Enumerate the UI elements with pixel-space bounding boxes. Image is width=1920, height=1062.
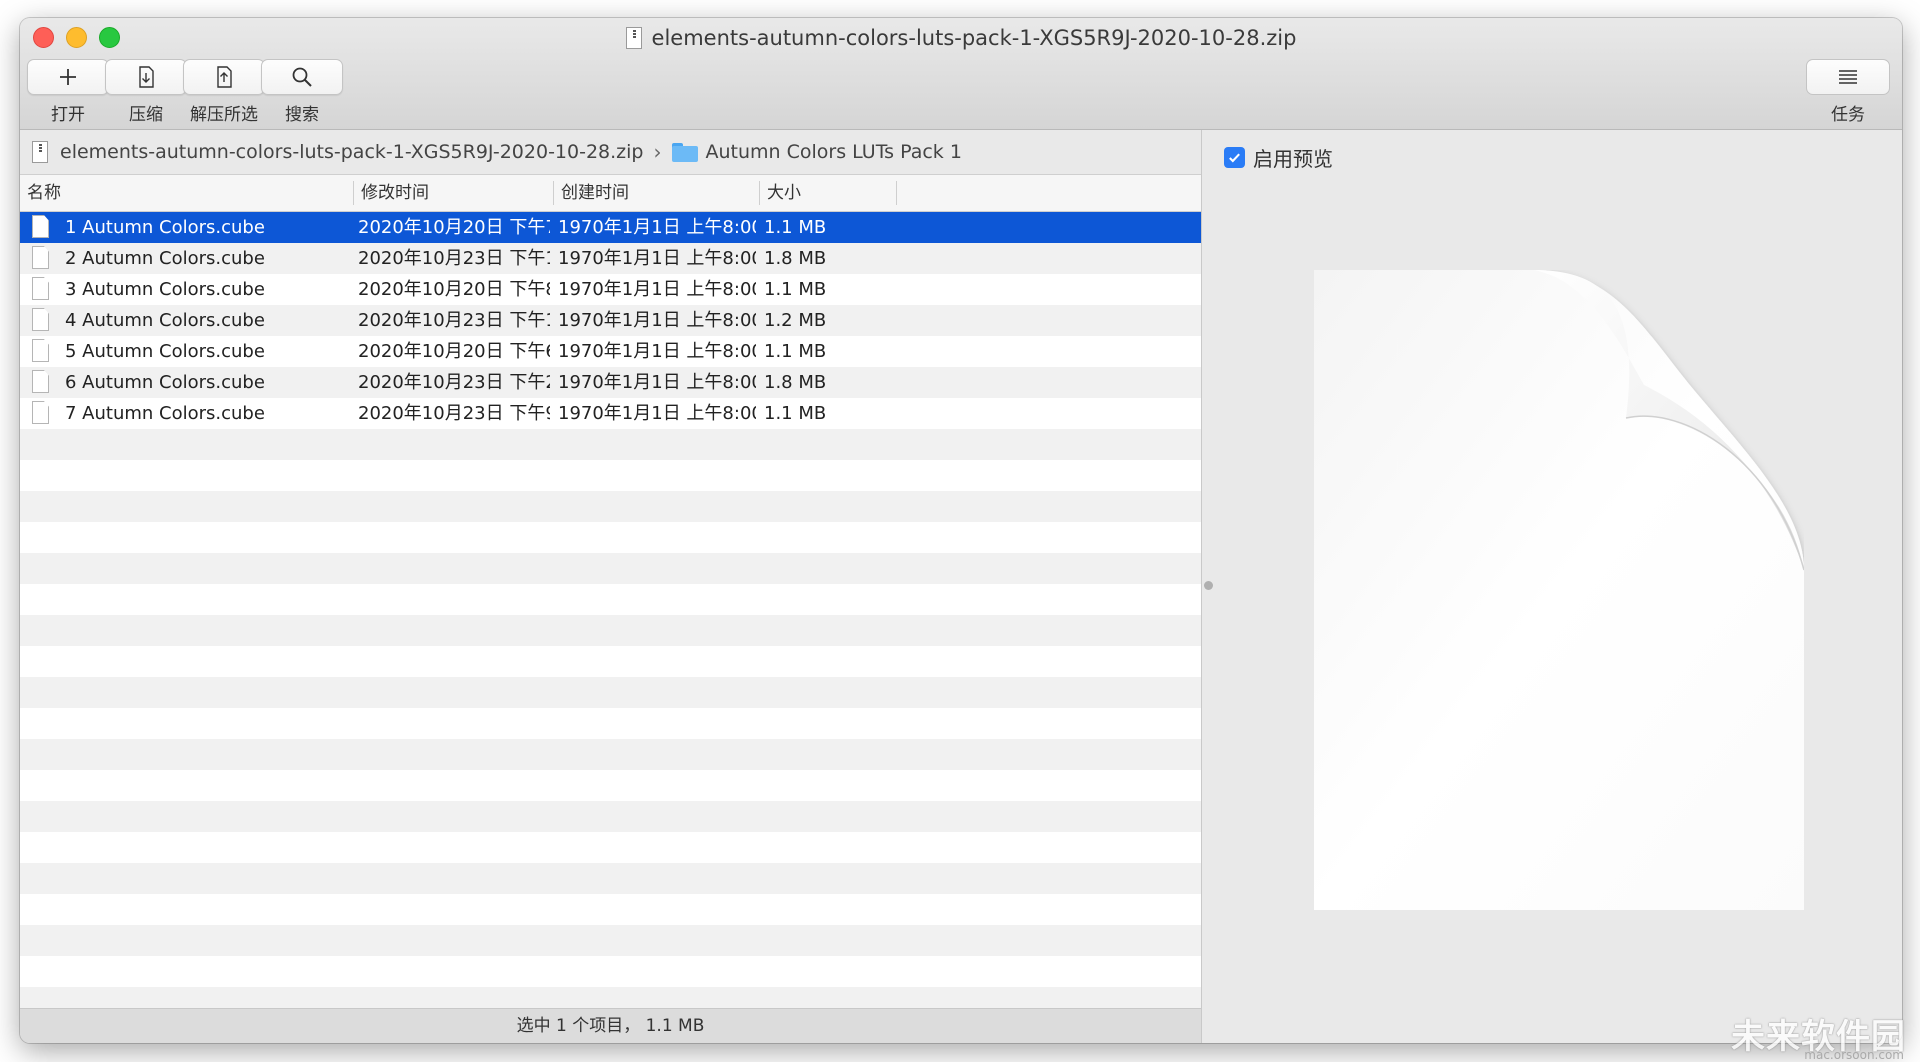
file-size: 1.2 MB <box>764 310 827 331</box>
compress-tool[interactable]: 压缩 <box>104 59 188 125</box>
breadcrumb-separator: › <box>653 140 662 164</box>
checkmark-icon[interactable] <box>1224 147 1245 168</box>
document-icon <box>32 215 49 238</box>
file-modified: 2020年10月23日 下午1... <box>358 310 550 331</box>
table-row[interactable]: 5 Autumn Colors.cube 2020年10月20日 下午6... … <box>20 336 1201 367</box>
enable-preview-label: 启用预览 <box>1253 147 1333 171</box>
status-bar: 选中 1 个项目， 1.1 MB <box>20 1008 1201 1043</box>
extract-button[interactable] <box>183 59 265 95</box>
preview-panel: 启用预览 <box>1202 130 1902 1043</box>
zip-file-icon <box>32 141 48 163</box>
file-size: 1.8 MB <box>764 248 827 269</box>
tasks-tool[interactable]: 任务 <box>1806 59 1890 125</box>
extract-icon <box>217 66 232 88</box>
column-header: 名称 修改时间 创建时间 大小 <box>20 175 1201 212</box>
breadcrumb-folder[interactable]: Autumn Colors LUTs Pack 1 <box>706 141 962 163</box>
document-icon <box>32 401 49 424</box>
file-created: 1970年1月1日 上午8:00 <box>558 341 756 362</box>
file-created: 1970年1月1日 上午8:00 <box>558 372 756 393</box>
list-icon <box>1839 70 1857 84</box>
file-size: 1.1 MB <box>764 279 827 300</box>
file-name: 3 Autumn Colors.cube <box>65 279 265 300</box>
file-modified: 2020年10月20日 下午7... <box>358 217 550 238</box>
compress-button[interactable] <box>105 59 187 95</box>
split-handle[interactable] <box>1204 581 1213 590</box>
file-created: 1970年1月1日 上午8:00 <box>558 248 756 269</box>
file-size: 1.8 MB <box>764 372 827 393</box>
tasks-button[interactable] <box>1806 59 1890 95</box>
file-name: 5 Autumn Colors.cube <box>65 341 265 362</box>
document-icon <box>32 277 49 300</box>
column-size[interactable]: 大小 <box>760 175 896 211</box>
file-size: 1.1 MB <box>764 403 827 424</box>
file-modified: 2020年10月23日 下午1... <box>358 248 550 269</box>
document-preview-icon <box>1314 270 1804 910</box>
open-label: 打开 <box>51 105 85 125</box>
window-title-text: elements-autumn-colors-luts-pack-1-XGS5R… <box>651 26 1297 50</box>
file-name: 6 Autumn Colors.cube <box>65 372 265 393</box>
extract-label: 解压所选 <box>190 105 258 125</box>
column-modified[interactable]: 修改时间 <box>354 175 553 211</box>
file-created: 1970年1月1日 上午8:00 <box>558 403 756 424</box>
file-name: 4 Autumn Colors.cube <box>65 310 265 331</box>
file-modified: 2020年10月20日 下午8... <box>358 279 550 300</box>
file-modified: 2020年10月23日 下午9... <box>358 403 550 424</box>
archive-window: elements-autumn-colors-luts-pack-1-XGS5R… <box>20 18 1902 1043</box>
window-title: elements-autumn-colors-luts-pack-1-XGS5R… <box>20 26 1902 50</box>
search-icon <box>292 67 312 87</box>
enable-preview-checkbox[interactable]: 启用预览 <box>1224 143 1333 172</box>
zip-file-icon <box>625 27 642 49</box>
file-modified: 2020年10月23日 下午2... <box>358 372 550 393</box>
column-name[interactable]: 名称 <box>20 175 353 211</box>
column-created[interactable]: 创建时间 <box>554 175 759 211</box>
table-row[interactable]: 4 Autumn Colors.cube 2020年10月23日 下午1... … <box>20 305 1201 336</box>
search-tool[interactable]: 搜索 <box>260 59 344 125</box>
file-modified: 2020年10月20日 下午6... <box>358 341 550 362</box>
titlebar: elements-autumn-colors-luts-pack-1-XGS5R… <box>20 18 1902 130</box>
plus-icon <box>60 69 76 85</box>
file-created: 1970年1月1日 上午8:00 <box>558 310 756 331</box>
breadcrumb-archive[interactable]: elements-autumn-colors-luts-pack-1-XGS5R… <box>60 141 644 163</box>
open-button[interactable] <box>27 59 109 95</box>
table-row[interactable]: 6 Autumn Colors.cube 2020年10月23日 下午2... … <box>20 367 1201 398</box>
file-size: 1.1 MB <box>764 217 827 238</box>
open-tool[interactable]: 打开 <box>26 59 110 125</box>
search-label: 搜索 <box>285 105 319 125</box>
breadcrumb: elements-autumn-colors-luts-pack-1-XGS5R… <box>20 130 1201 175</box>
compress-icon <box>139 66 154 88</box>
tasks-label: 任务 <box>1831 105 1865 125</box>
file-name: 2 Autumn Colors.cube <box>65 248 265 269</box>
file-name: 1 Autumn Colors.cube <box>65 217 265 238</box>
table-row[interactable]: 2 Autumn Colors.cube 2020年10月23日 下午1... … <box>20 243 1201 274</box>
document-icon <box>32 246 49 269</box>
file-size: 1.1 MB <box>764 341 827 362</box>
file-created: 1970年1月1日 上午8:00 <box>558 279 756 300</box>
document-icon <box>32 370 49 393</box>
search-button[interactable] <box>261 59 343 95</box>
folder-icon <box>671 142 698 162</box>
document-icon <box>32 308 49 331</box>
document-icon <box>32 339 49 362</box>
file-name: 7 Autumn Colors.cube <box>65 403 265 424</box>
file-created: 1970年1月1日 上午8:00 <box>558 217 756 238</box>
extract-tool[interactable]: 解压所选 <box>182 59 266 125</box>
watermark-url: mac.orsoon.com <box>1804 1048 1904 1062</box>
table-row[interactable]: 3 Autumn Colors.cube 2020年10月20日 下午8... … <box>20 274 1201 305</box>
column-divider[interactable] <box>896 181 897 205</box>
table-row[interactable]: 1 Autumn Colors.cube 2020年10月20日 下午7... … <box>20 212 1201 243</box>
file-list[interactable]: 1 Autumn Colors.cube 2020年10月20日 下午7... … <box>20 212 1201 1008</box>
table-row[interactable]: 7 Autumn Colors.cube 2020年10月23日 下午9... … <box>20 398 1201 429</box>
compress-label: 压缩 <box>129 105 163 125</box>
